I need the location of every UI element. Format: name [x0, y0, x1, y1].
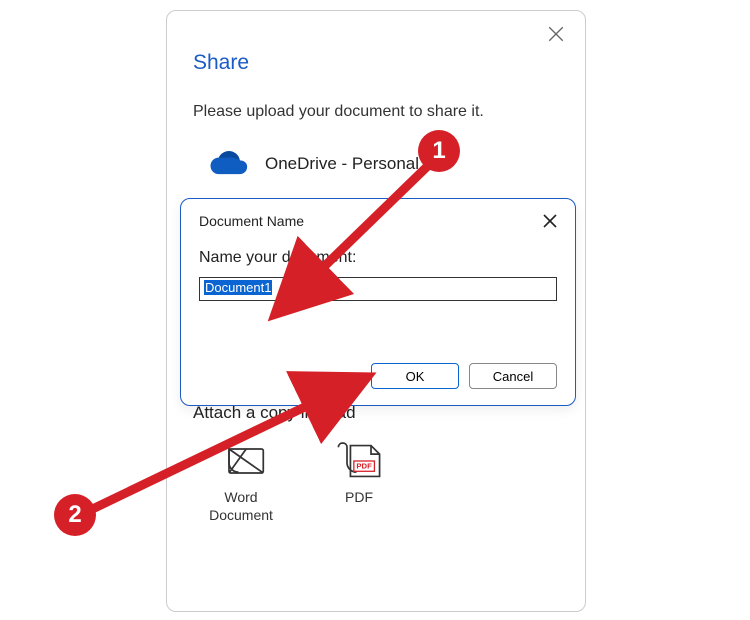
onedrive-option[interactable]: OneDrive - Personal	[205, 149, 559, 179]
word-document-icon	[217, 441, 265, 481]
close-icon[interactable]	[547, 25, 565, 43]
cancel-button[interactable]: Cancel	[469, 363, 557, 389]
document-name-value: Document1	[204, 280, 272, 295]
document-name-title: Document Name	[199, 213, 304, 229]
annotation-marker-1: 1	[418, 130, 460, 172]
onedrive-label: OneDrive - Personal	[265, 154, 419, 174]
close-icon[interactable]	[543, 214, 557, 228]
attach-pdf-label: PDF	[345, 489, 373, 507]
document-name-prompt: Name your document:	[199, 249, 557, 267]
share-title: Share	[193, 51, 559, 75]
attach-copy-label: Attach a copy instead	[193, 403, 559, 423]
attach-options: Word Document PDF PDF	[201, 441, 559, 524]
attach-word-document[interactable]: Word Document	[201, 441, 281, 524]
attach-word-label: Word Document	[201, 489, 281, 524]
pdf-icon: PDF	[335, 441, 383, 481]
attach-pdf[interactable]: PDF PDF	[319, 441, 399, 524]
ok-button[interactable]: OK	[371, 363, 459, 389]
svg-text:PDF: PDF	[356, 462, 372, 471]
document-name-dialog: Document Name Name your document: Docume…	[180, 198, 576, 406]
annotation-marker-2: 2	[54, 494, 96, 536]
cloud-icon	[205, 149, 249, 179]
document-name-input[interactable]: Document1	[199, 277, 557, 301]
share-instruction: Please upload your document to share it.	[193, 103, 559, 121]
